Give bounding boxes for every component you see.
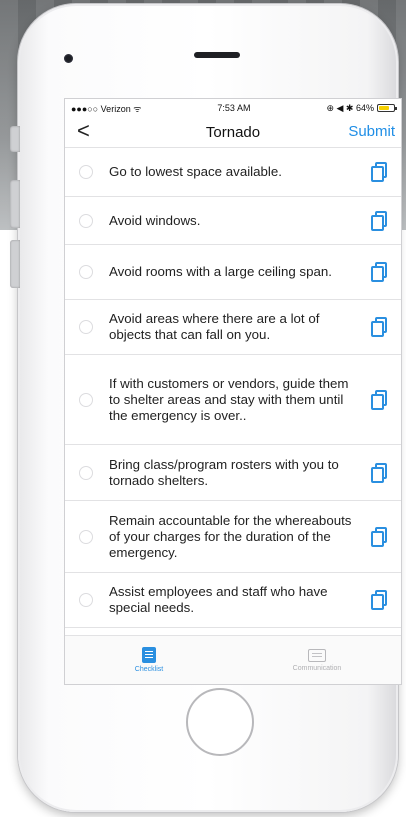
list-item-text: If with customers or vendors, guide them… [109, 375, 349, 423]
document-icon[interactable] [371, 317, 387, 337]
checkbox[interactable] [79, 165, 93, 179]
status-bar: ●●●○○ Verizon ᯤ 7:53 AM ⊕ ◀ ✱ 64% [65, 99, 401, 117]
carrier-signal: ●●●○○ Verizon ᯤ [71, 103, 142, 114]
home-button[interactable] [186, 688, 254, 756]
list-item-text: Avoid areas where there are a lot of obj… [109, 311, 320, 342]
document-icon[interactable] [371, 210, 387, 231]
checkbox[interactable] [79, 320, 93, 334]
page-title: Tornado [205, 123, 261, 141]
document-icon[interactable] [371, 389, 387, 410]
checkbox[interactable] [79, 529, 93, 544]
list-item[interactable]: Go to lowest space available. [65, 148, 401, 197]
list-item[interactable]: Avoid windows. [65, 197, 401, 245]
submit-button[interactable]: Submit [348, 123, 395, 140]
tab-checklist[interactable]: Checklist [65, 636, 233, 684]
list-item[interactable]: If with customers or vendors, guide them… [65, 355, 401, 445]
document-icon[interactable] [371, 162, 387, 182]
list-item-text: Bring class/program rosters with you to … [109, 456, 339, 488]
front-camera [64, 54, 73, 63]
checklist: Go to lowest space available. Avoid wind… [65, 148, 401, 636]
volume-up-button [10, 180, 20, 228]
app-screen: ●●●○○ Verizon ᯤ 7:53 AM ⊕ ◀ ✱ 64% < Torn… [65, 99, 401, 684]
checkbox[interactable] [79, 213, 93, 228]
list-item-text: Avoid windows. [109, 212, 201, 228]
mute-switch [10, 126, 20, 152]
status-time: 7:53 AM [217, 103, 251, 113]
back-button[interactable]: < [77, 120, 90, 142]
tab-bar: Checklist Communication [65, 635, 401, 684]
list-item[interactable]: Assist employees and staff who have spec… [65, 573, 401, 628]
earpiece-speaker [194, 52, 240, 58]
tab-checklist-label: Checklist [134, 666, 164, 673]
volume-down-button [10, 240, 20, 288]
list-item-text: Assist employees and staff who have spec… [109, 584, 328, 615]
document-icon[interactable] [371, 262, 387, 282]
document-icon[interactable] [371, 590, 387, 610]
battery-icon [376, 104, 397, 112]
list-item[interactable]: Avoid areas where there are a lot of obj… [65, 300, 401, 355]
checkbox[interactable] [79, 392, 93, 407]
list-item-text: Avoid rooms with a large ceiling span. [109, 264, 332, 279]
communication-icon [308, 648, 326, 662]
checkbox[interactable] [79, 465, 93, 480]
status-indicators: ⊕ ◀ ✱ 64% [326, 102, 397, 114]
list-item[interactable]: Remain accountable for the whereabouts o… [65, 501, 401, 573]
list-item-text: Remain accountable for the whereabouts o… [109, 512, 352, 560]
status-icons-text: ⊕ ◀ ✱ 64% [326, 102, 374, 113]
phone-frame: ●●●○○ Verizon ᯤ 7:53 AM ⊕ ◀ ✱ 64% < Torn… [18, 4, 401, 812]
checklist-icon [142, 647, 156, 663]
list-item[interactable]: Avoid rooms with a large ceiling span. [65, 245, 401, 300]
tab-communication-label: Communication [292, 664, 342, 672]
tab-communication[interactable]: Communication [233, 636, 401, 684]
navigation-bar: < Tornado Submit [65, 117, 401, 148]
list-item[interactable]: Bring class/program rosters with you to … [65, 445, 401, 501]
checkbox[interactable] [79, 593, 93, 607]
list-item-text: Go to lowest space available. [109, 164, 282, 179]
document-icon[interactable] [371, 526, 387, 547]
checkbox[interactable] [79, 265, 93, 279]
document-icon[interactable] [371, 462, 387, 483]
